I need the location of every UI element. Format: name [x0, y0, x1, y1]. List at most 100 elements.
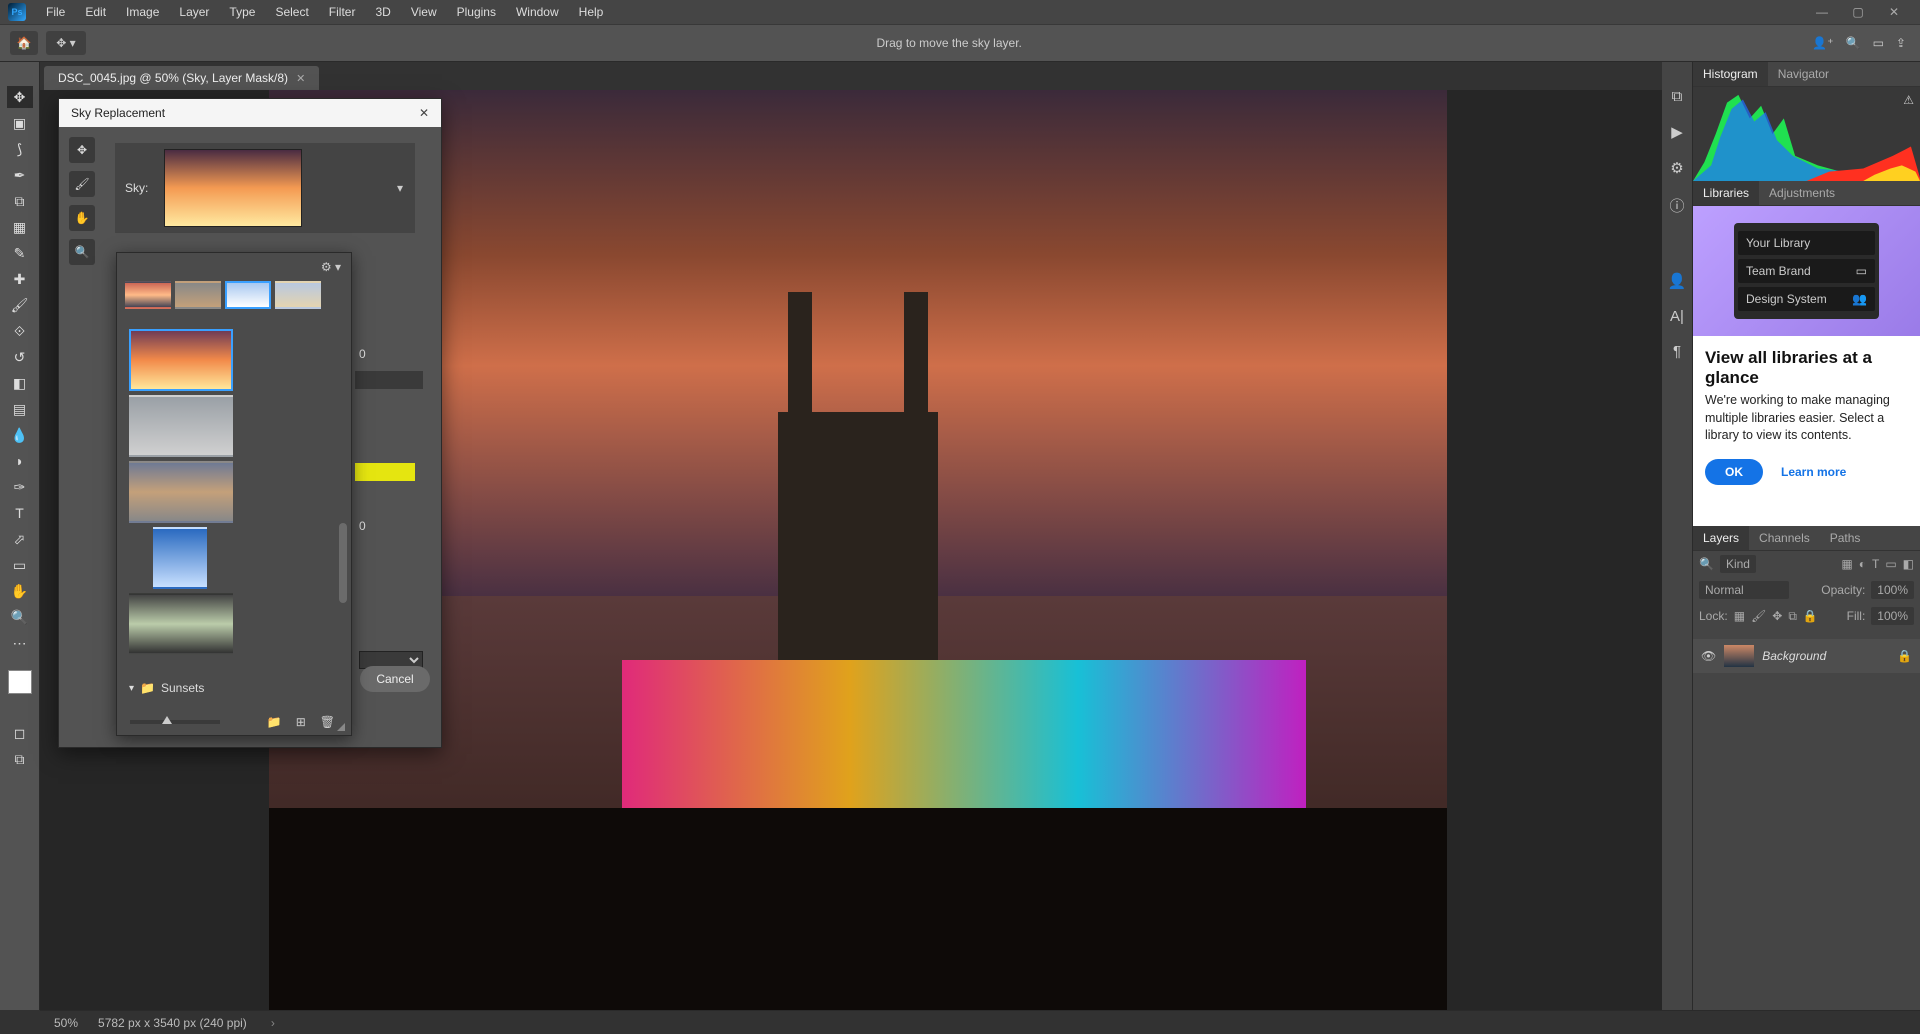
window-close-button[interactable]: ✕ [1880, 5, 1908, 19]
lock-paint-icon[interactable]: 🖌 [1751, 609, 1766, 623]
menu-edit[interactable]: Edit [77, 5, 114, 19]
tool-hand[interactable]: ✋ [7, 580, 33, 602]
flyout-scrollbar[interactable] [339, 323, 347, 669]
tool-gradient[interactable]: ▤ [7, 398, 33, 420]
tool-move[interactable]: ✥ [7, 86, 33, 108]
tab-channels[interactable]: Channels [1749, 526, 1820, 550]
lock-pos-icon[interactable]: ✥ [1772, 609, 1782, 623]
tool-brush[interactable]: 🖌 [7, 294, 33, 316]
cloud-docs-icon[interactable]: 👤⁺ [1812, 36, 1833, 50]
panel-icon-character[interactable]: 👤 [1668, 272, 1687, 290]
filter-shape-icon[interactable]: ▭ [1885, 557, 1896, 571]
flyout-resize-grip[interactable] [337, 723, 345, 731]
panel-icon-glyphs[interactable]: A| [1670, 308, 1684, 325]
sky-picker[interactable]: Sky: ▾ [115, 143, 415, 233]
layer-row-background[interactable]: 👁 Background 🔒 [1693, 639, 1920, 673]
window-maximize-button[interactable]: ▢ [1844, 5, 1872, 19]
tab-adjustments[interactable]: Adjustments [1759, 181, 1845, 205]
screenmode-button[interactable]: ⧉ [7, 748, 33, 770]
menu-view[interactable]: View [403, 5, 445, 19]
preset-folder-sunsets[interactable]: ▾ 📁 Sunsets [129, 677, 339, 699]
tool-lasso[interactable]: ⟆ [7, 138, 33, 160]
preset-list[interactable] [129, 325, 315, 671]
tool-pen[interactable]: ✑ [7, 476, 33, 498]
share-icon[interactable]: ⇪ [1896, 36, 1906, 50]
menu-window[interactable]: Window [508, 5, 567, 19]
tool-quickselect[interactable]: ✒ [7, 164, 33, 186]
opacity-input[interactable]: 100% [1871, 581, 1914, 599]
menu-image[interactable]: Image [118, 5, 167, 19]
tool-eyedropper[interactable]: ✎ [7, 242, 33, 264]
dialog-cancel-button[interactable]: Cancel [360, 666, 430, 692]
panel-icon-properties[interactable]: ⧉ [1672, 88, 1683, 105]
preset-thumb[interactable] [129, 395, 233, 457]
tab-navigator[interactable]: Navigator [1768, 62, 1839, 86]
tab-paths[interactable]: Paths [1820, 526, 1871, 550]
dialog-titlebar[interactable]: Sky Replacement ✕ [59, 99, 441, 127]
histogram-warning-icon[interactable]: ⚠ [1903, 93, 1914, 107]
tool-frame[interactable]: ▦ [7, 216, 33, 238]
zoom-level[interactable]: 50% [54, 1016, 78, 1030]
lock-all-icon[interactable]: 🔒 [1803, 609, 1818, 623]
menu-select[interactable]: Select [267, 5, 316, 19]
tool-shape[interactable]: ▭ [7, 554, 33, 576]
blend-mode-select[interactable]: Normal [1699, 581, 1789, 599]
document-tab[interactable]: DSC_0045.jpg @ 50% (Sky, Layer Mask/8) ✕ [44, 66, 319, 90]
menu-layer[interactable]: Layer [171, 5, 217, 19]
tab-layers[interactable]: Layers [1693, 526, 1749, 550]
preset-thumb-recent[interactable] [225, 281, 271, 309]
lock-trans-icon[interactable]: ▦ [1734, 609, 1745, 623]
dlg-tool-brush[interactable]: 🖌 [69, 171, 95, 197]
dialog-zoom-slider[interactable] [130, 720, 220, 724]
tab-libraries[interactable]: Libraries [1693, 181, 1759, 205]
slider-bar-0[interactable] [355, 371, 423, 389]
tool-crop[interactable]: ⧉ [7, 190, 33, 212]
panel-icon-paragraph[interactable]: ¶ [1673, 343, 1681, 360]
window-minimize-button[interactable]: — [1808, 5, 1836, 19]
workspace-icon[interactable]: ▭ [1873, 36, 1884, 50]
quickmask-button[interactable]: ◻ [7, 722, 33, 744]
tool-blur[interactable]: 💧 [7, 424, 33, 446]
tool-path[interactable]: ⬀ [7, 528, 33, 550]
menu-3d[interactable]: 3D [367, 5, 398, 19]
flyout-new-icon[interactable]: ⊞ [296, 715, 306, 729]
preset-thumb[interactable] [129, 461, 233, 523]
tool-heal[interactable]: ✚ [7, 268, 33, 290]
tool-stamp[interactable]: ⟐ [7, 320, 33, 342]
tool-dodge[interactable]: ◗ [7, 450, 33, 472]
tool-zoom[interactable]: 🔍 [7, 606, 33, 628]
menu-file[interactable]: File [38, 5, 73, 19]
document-tab-close[interactable]: ✕ [296, 72, 305, 85]
tool-preset-picker[interactable]: ✥ ▾ [46, 31, 86, 55]
preset-thumb-recent[interactable] [125, 281, 171, 309]
filter-adj-icon[interactable]: ◐ [1859, 557, 1866, 571]
menu-plugins[interactable]: Plugins [449, 5, 504, 19]
tool-history-brush[interactable]: ↺ [7, 346, 33, 368]
tool-eraser[interactable]: ◧ [7, 372, 33, 394]
dlg-tool-move[interactable]: ✥ [69, 137, 95, 163]
sky-dropdown-arrow[interactable]: ▾ [397, 181, 403, 195]
slider-bar-color[interactable] [355, 463, 415, 481]
menu-help[interactable]: Help [571, 5, 612, 19]
menu-filter[interactable]: Filter [321, 5, 364, 19]
folder-disclosure-icon[interactable]: ▾ [129, 683, 134, 694]
search-icon[interactable]: 🔍 [1846, 36, 1861, 50]
home-button[interactable]: 🏠 [10, 31, 38, 55]
flyout-import-icon[interactable]: 📁 [267, 715, 282, 729]
filter-image-icon[interactable]: ▦ [1841, 557, 1852, 571]
preset-thumb-recent[interactable] [275, 281, 321, 309]
layers-kind-select[interactable]: Kind [1720, 555, 1756, 573]
dlg-tool-hand[interactable]: ✋ [69, 205, 95, 231]
fill-input[interactable]: 100% [1871, 607, 1914, 625]
tool-marquee[interactable]: ▣ [7, 112, 33, 134]
preset-thumb[interactable] [129, 329, 233, 391]
layer-visibility-toggle[interactable]: 👁 [1701, 649, 1716, 663]
preset-thumb[interactable] [129, 593, 233, 655]
libraries-ok-button[interactable]: OK [1705, 459, 1763, 485]
tool-more[interactable]: ⋯ [7, 632, 33, 654]
color-swatches[interactable] [8, 670, 32, 694]
menu-type[interactable]: Type [221, 5, 263, 19]
dialog-close-button[interactable]: ✕ [419, 106, 429, 120]
preset-thumb[interactable] [153, 527, 207, 589]
status-chevron-icon[interactable]: › [271, 1016, 275, 1030]
